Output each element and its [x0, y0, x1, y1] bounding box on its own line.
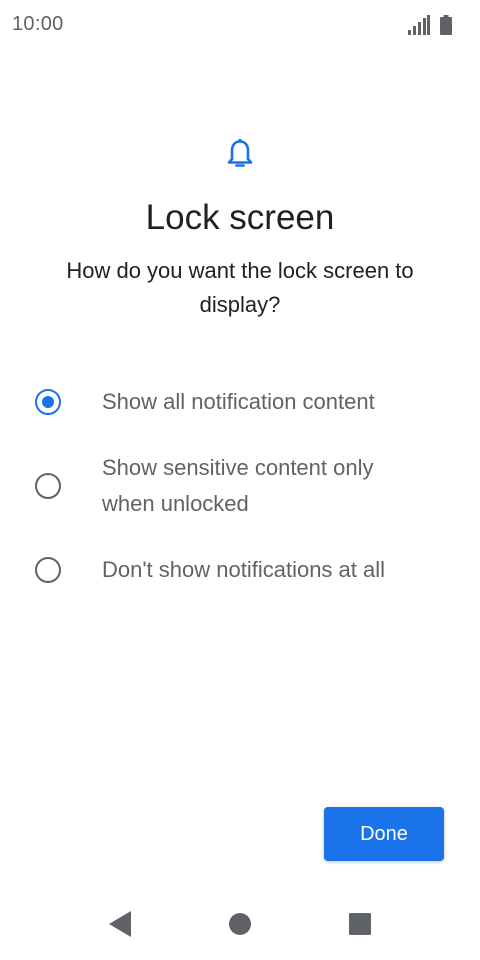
radio-show-all[interactable]: [35, 389, 61, 415]
option-dont-show[interactable]: Don't show notifications at all: [0, 540, 480, 600]
nav-back-button[interactable]: [92, 896, 148, 952]
option-label-show-all: Show all notification content: [102, 389, 375, 414]
bell-icon: [227, 139, 253, 167]
status-bar: 10:00: [0, 0, 480, 50]
done-button[interactable]: Done: [324, 807, 444, 861]
option-show-all[interactable]: Show all notification content: [0, 372, 480, 432]
navigation-bar: [0, 896, 480, 952]
status-time: 10:00: [12, 13, 64, 35]
battery-icon: [440, 15, 452, 35]
recents-icon: [349, 913, 371, 935]
back-icon: [109, 911, 131, 937]
status-icons: [408, 13, 452, 35]
option-sensitive-unlocked[interactable]: Show sensitive content only when unlocke…: [0, 450, 480, 526]
radio-sensitive-unlocked[interactable]: [35, 473, 61, 499]
radio-dont-show[interactable]: [35, 557, 61, 583]
option-label-dont-show: Don't show notifications at all: [102, 557, 386, 582]
page-subtitle: How do you want the lock screen to displ…: [66, 258, 414, 317]
nav-home-button[interactable]: [212, 896, 268, 952]
page-title: Lock screen: [145, 198, 335, 237]
option-label-sensitive-unlocked: Show sensitive content only when unlocke…: [102, 455, 374, 516]
nav-recents-button[interactable]: [332, 896, 388, 952]
signal-icon: [408, 15, 430, 35]
home-icon: [229, 913, 251, 935]
